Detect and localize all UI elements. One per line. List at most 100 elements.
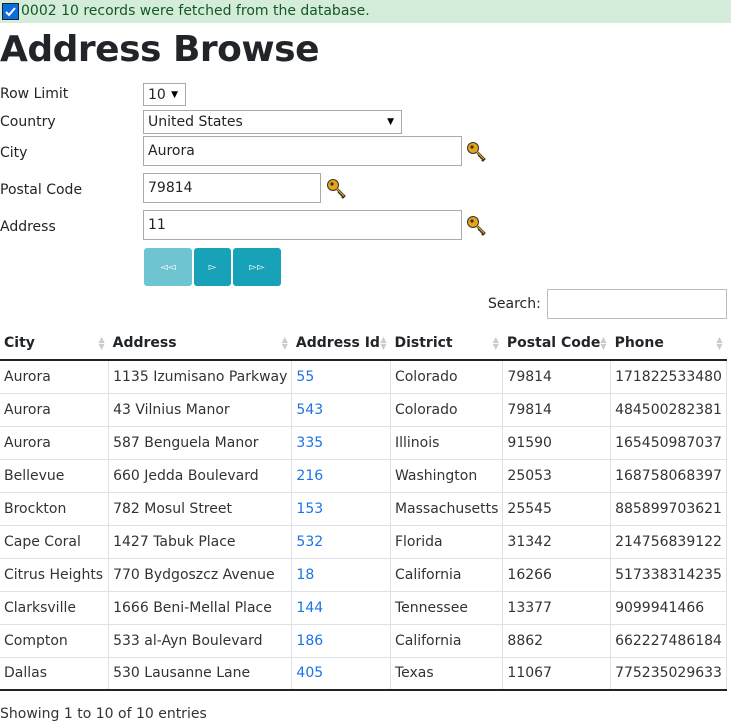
table-row: Cape Coral 1427 Tabuk Place 532 Florida 3134…	[0, 525, 727, 559]
alert-message: 0002 10 records were fetched from the da…	[21, 3, 370, 19]
address-cell: 43 Vilnius Manor	[108, 393, 293, 427]
table-row: Aurora 43 Vilnius Manor 543 Colorado 79814 48…	[0, 393, 727, 427]
phone-cell: 168758068397	[610, 459, 727, 493]
chevron-down-icon: ▼	[387, 117, 394, 127]
postal-code-cell: 11067	[502, 657, 612, 691]
first-page-button[interactable]: ◅◅	[144, 248, 192, 286]
phone-cell: 775235029633	[610, 657, 727, 691]
postal-code-cell: 79814	[502, 393, 612, 427]
address-id-link[interactable]: 405	[291, 657, 391, 691]
address-cell: 660 Jedda Boulevard	[108, 459, 293, 493]
district-cell: Illinois	[390, 426, 504, 460]
address-id-link[interactable]: 153	[291, 492, 391, 526]
column-header-address[interactable]: Address ▲ ▼	[108, 327, 292, 361]
key-icon[interactable]	[326, 178, 348, 200]
table-row: Clarksville 1666 Beni-Mellal Place 144 Tenn…	[0, 591, 727, 625]
postal-code-cell: 31342	[502, 525, 612, 559]
chevron-down-icon: ▼	[171, 89, 178, 100]
page-title: Address Browse	[0, 29, 320, 70]
right-arrow-icon: ▻	[208, 261, 217, 273]
city-input[interactable]: Aurora	[143, 136, 462, 166]
last-page-button[interactable]: ▻▻	[233, 248, 281, 286]
column-header-label: Address	[112, 335, 177, 351]
column-header-postal-code[interactable]: Postal Code ▲ ▼	[502, 327, 611, 361]
postal-code-cell: 25053	[502, 459, 612, 493]
address-cell: 533 al-Ayn Boulevard	[108, 624, 293, 658]
address-table: City ▲ ▼ Address ▲ ▼ Address Id ▲ ▼ District ▲ ▼ Pos…	[0, 327, 727, 691]
table-row: Citrus Heights 770 Bydgoszcz Avenue 18 Cali…	[0, 558, 727, 592]
table-row: Dallas 530 Lausanne Lane 405 Texas 11067 7752…	[0, 657, 727, 691]
address-cell: 1666 Beni-Mellal Place	[108, 591, 293, 625]
table-row: Aurora 1135 Izumisano Parkway 55 Colorado 79…	[0, 360, 727, 394]
address-input[interactable]: 11	[143, 210, 462, 240]
phone-cell: 171822533480	[610, 360, 727, 394]
address-label: Address	[0, 219, 56, 235]
column-header-label: Address Id	[295, 335, 380, 351]
phone-cell: 484500282381	[610, 393, 727, 427]
postal-code-cell: 79814	[502, 360, 612, 394]
phone-cell: 214756839122	[610, 525, 727, 559]
city-cell: Clarksville	[0, 591, 110, 625]
address-id-link[interactable]: 55	[291, 360, 391, 394]
column-header-district[interactable]: District ▲ ▼	[390, 327, 503, 361]
column-header-address-id[interactable]: Address Id ▲ ▼	[291, 327, 391, 361]
city-value: Aurora	[148, 143, 195, 159]
postal-code-cell: 25545	[502, 492, 612, 526]
row-limit-label: Row Limit	[0, 86, 69, 102]
district-cell: Colorado	[390, 360, 504, 394]
country-value: United States	[148, 114, 243, 130]
city-cell: Dallas	[0, 657, 110, 691]
sort-icon: ▲ ▼	[281, 335, 288, 351]
address-id-link[interactable]: 543	[291, 393, 391, 427]
city-cell: Citrus Heights	[0, 558, 110, 592]
country-select[interactable]: United States ▼	[143, 110, 402, 134]
success-alert: 0002 10 records were fetched from the da…	[0, 0, 731, 23]
sort-icon: ▲ ▼	[600, 335, 607, 351]
district-cell: California	[390, 558, 504, 592]
table-row: Brockton 782 Mosul Street 153 Massachusetts…	[0, 492, 727, 526]
key-icon[interactable]	[466, 215, 488, 237]
table-header-row: City ▲ ▼ Address ▲ ▼ Address Id ▲ ▼ District ▲ ▼ Pos…	[0, 327, 727, 361]
address-cell: 530 Lausanne Lane	[108, 657, 293, 691]
postal-code-cell: 8862	[502, 624, 612, 658]
phone-cell: 517338314235	[610, 558, 727, 592]
postal-code-value: 79814	[148, 180, 193, 196]
address-id-link[interactable]: 18	[291, 558, 391, 592]
country-label: Country	[0, 114, 56, 130]
sort-icon: ▲ ▼	[492, 335, 499, 351]
double-left-arrow-icon: ◅◅	[160, 261, 176, 273]
phone-cell: 885899703621	[610, 492, 727, 526]
search-input[interactable]	[547, 289, 727, 319]
search-label: Search:	[488, 296, 541, 312]
postal-code-cell: 16266	[502, 558, 612, 592]
district-cell: Florida	[390, 525, 504, 559]
column-header-label: Postal Code	[506, 335, 601, 351]
address-id-link[interactable]: 216	[291, 459, 391, 493]
city-cell: Cape Coral	[0, 525, 110, 559]
double-right-arrow-icon: ▻▻	[249, 261, 265, 273]
address-id-link[interactable]: 532	[291, 525, 391, 559]
address-cell: 587 Benguela Manor	[108, 426, 293, 460]
postal-code-label: Postal Code	[0, 182, 83, 198]
column-header-phone[interactable]: Phone ▲ ▼	[610, 327, 727, 361]
sort-icon: ▲ ▼	[98, 335, 105, 351]
row-limit-select[interactable]: 10 ▼	[143, 83, 186, 106]
column-header-city[interactable]: City ▲ ▼	[0, 327, 109, 361]
city-cell: Aurora	[0, 360, 110, 394]
district-cell: Washington	[390, 459, 504, 493]
postal-code-input[interactable]: 79814	[143, 173, 321, 203]
phone-cell: 9099941466	[610, 591, 727, 625]
address-cell: 782 Mosul Street	[108, 492, 293, 526]
district-cell: Texas	[390, 657, 504, 691]
checkbox-icon[interactable]	[2, 3, 19, 20]
next-page-button[interactable]: ▻	[194, 248, 231, 286]
district-cell: Tennessee	[390, 591, 504, 625]
key-icon[interactable]	[466, 141, 488, 163]
district-cell: California	[390, 624, 504, 658]
address-value: 11	[148, 217, 166, 233]
address-id-link[interactable]: 144	[291, 591, 391, 625]
address-id-link[interactable]: 335	[291, 426, 391, 460]
district-cell: Colorado	[390, 393, 504, 427]
phone-cell: 165450987037	[610, 426, 727, 460]
address-id-link[interactable]: 186	[291, 624, 391, 658]
